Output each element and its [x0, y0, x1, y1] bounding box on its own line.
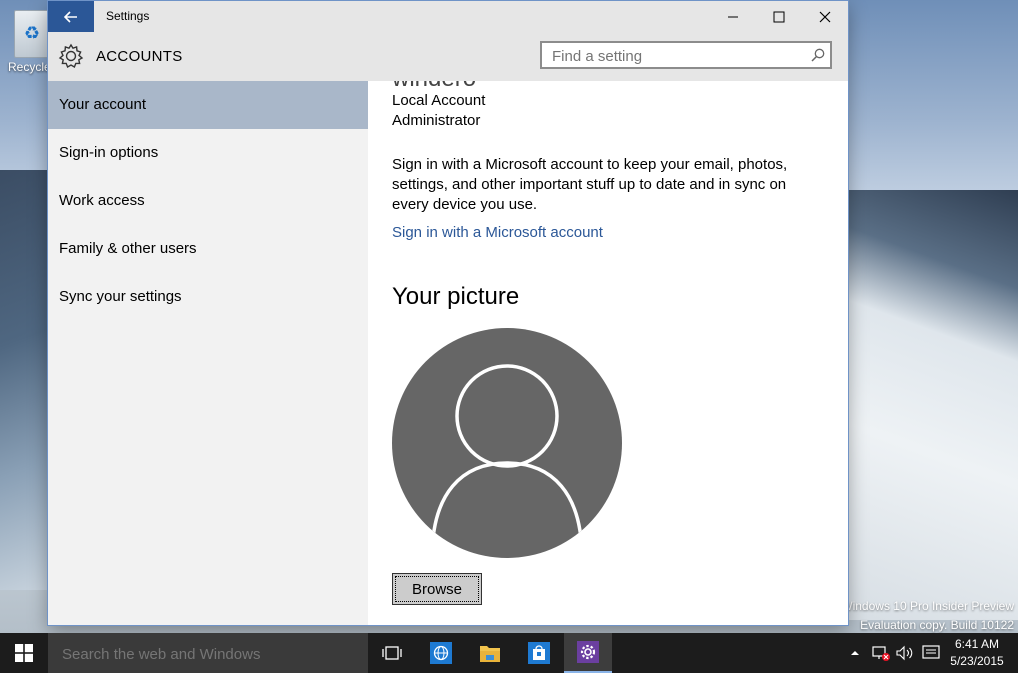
section-title: ACCOUNTS — [96, 48, 183, 65]
task-view-icon — [382, 646, 402, 660]
settings-window: Settings ACCOUNTS Your account S — [48, 1, 848, 625]
watermark-edition: Windows 10 Pro Insider Preview — [841, 599, 1014, 613]
settings-gear-icon — [577, 641, 599, 663]
notification-icon — [922, 645, 940, 659]
sidebar-item-sync-settings[interactable]: Sync your settings — [48, 273, 368, 321]
clock-date: 5/23/2015 — [950, 654, 1004, 668]
microsoft-account-link[interactable]: Sign in with a Microsoft account — [392, 224, 603, 241]
desktop-wallpaper-right — [848, 190, 1018, 620]
taskbar: 6:41 AM 5/23/2015 — [0, 633, 1018, 673]
close-button[interactable] — [802, 1, 848, 32]
taskbar-file-explorer-button[interactable] — [466, 633, 514, 673]
title-bar[interactable]: Settings — [48, 1, 848, 32]
search-icon — [811, 48, 825, 62]
minimize-button[interactable] — [710, 1, 756, 32]
taskbar-search-input[interactable] — [60, 643, 354, 665]
network-status-button[interactable] — [869, 633, 893, 673]
back-arrow-icon — [64, 10, 77, 23]
folder-icon — [480, 646, 500, 662]
sidebar-item-family-other-users[interactable]: Family & other users — [48, 225, 368, 273]
action-center-button[interactable] — [919, 633, 943, 673]
sidebar-item-your-account[interactable]: Your account — [48, 81, 368, 129]
sidebar-item-work-access[interactable]: Work access — [48, 177, 368, 225]
settings-search-input[interactable] — [550, 46, 804, 66]
taskbar-settings-button[interactable] — [564, 633, 612, 673]
sidebar: Your account Sign-in options Work access… — [48, 81, 368, 625]
clock-time: 6:41 AM — [954, 637, 1000, 651]
minimize-icon — [728, 16, 738, 17]
window-title: Settings — [106, 9, 150, 23]
maximize-icon — [773, 11, 785, 22]
windows-logo-icon — [15, 644, 33, 662]
show-hidden-icons-button[interactable] — [846, 633, 864, 673]
settings-search-box[interactable] — [540, 41, 832, 69]
taskbar-clock[interactable]: 6:41 AM 5/23/2015 — [945, 636, 1009, 670]
network-disconnected-icon — [872, 646, 890, 661]
taskbar-browser-button[interactable] — [417, 633, 465, 673]
taskbar-store-button[interactable] — [515, 633, 563, 673]
recycle-bin-icon[interactable]: ♻ — [14, 10, 50, 58]
account-role: Administrator — [392, 112, 481, 129]
globe-icon — [430, 642, 452, 664]
store-bag-icon — [528, 642, 550, 664]
account-content: windero Local Account Administrator Sign… — [368, 81, 848, 625]
recycle-bin-label[interactable]: Recycle — [8, 60, 51, 74]
gear-icon — [58, 43, 84, 69]
start-button[interactable] — [0, 633, 48, 673]
watermark-build: Evaluation copy. Build 10122 — [860, 618, 1014, 632]
chevron-up-icon — [851, 651, 859, 655]
task-view-button[interactable] — [368, 633, 416, 673]
user-avatar-icon — [392, 328, 622, 558]
volume-button[interactable] — [894, 633, 916, 673]
close-icon — [819, 11, 831, 22]
settings-header: ACCOUNTS — [48, 32, 848, 81]
sidebar-item-sign-in-options[interactable]: Sign-in options — [48, 129, 368, 177]
picture-heading: Your picture — [392, 283, 520, 310]
maximize-button[interactable] — [756, 1, 802, 32]
account-type: Local Account — [392, 92, 486, 109]
browse-button[interactable]: Browse — [392, 573, 482, 605]
taskbar-search-box[interactable] — [48, 633, 368, 673]
back-button[interactable] — [48, 1, 94, 32]
microsoft-account-description: Sign in with a Microsoft account to keep… — [392, 156, 788, 213]
volume-icon — [896, 645, 913, 661]
